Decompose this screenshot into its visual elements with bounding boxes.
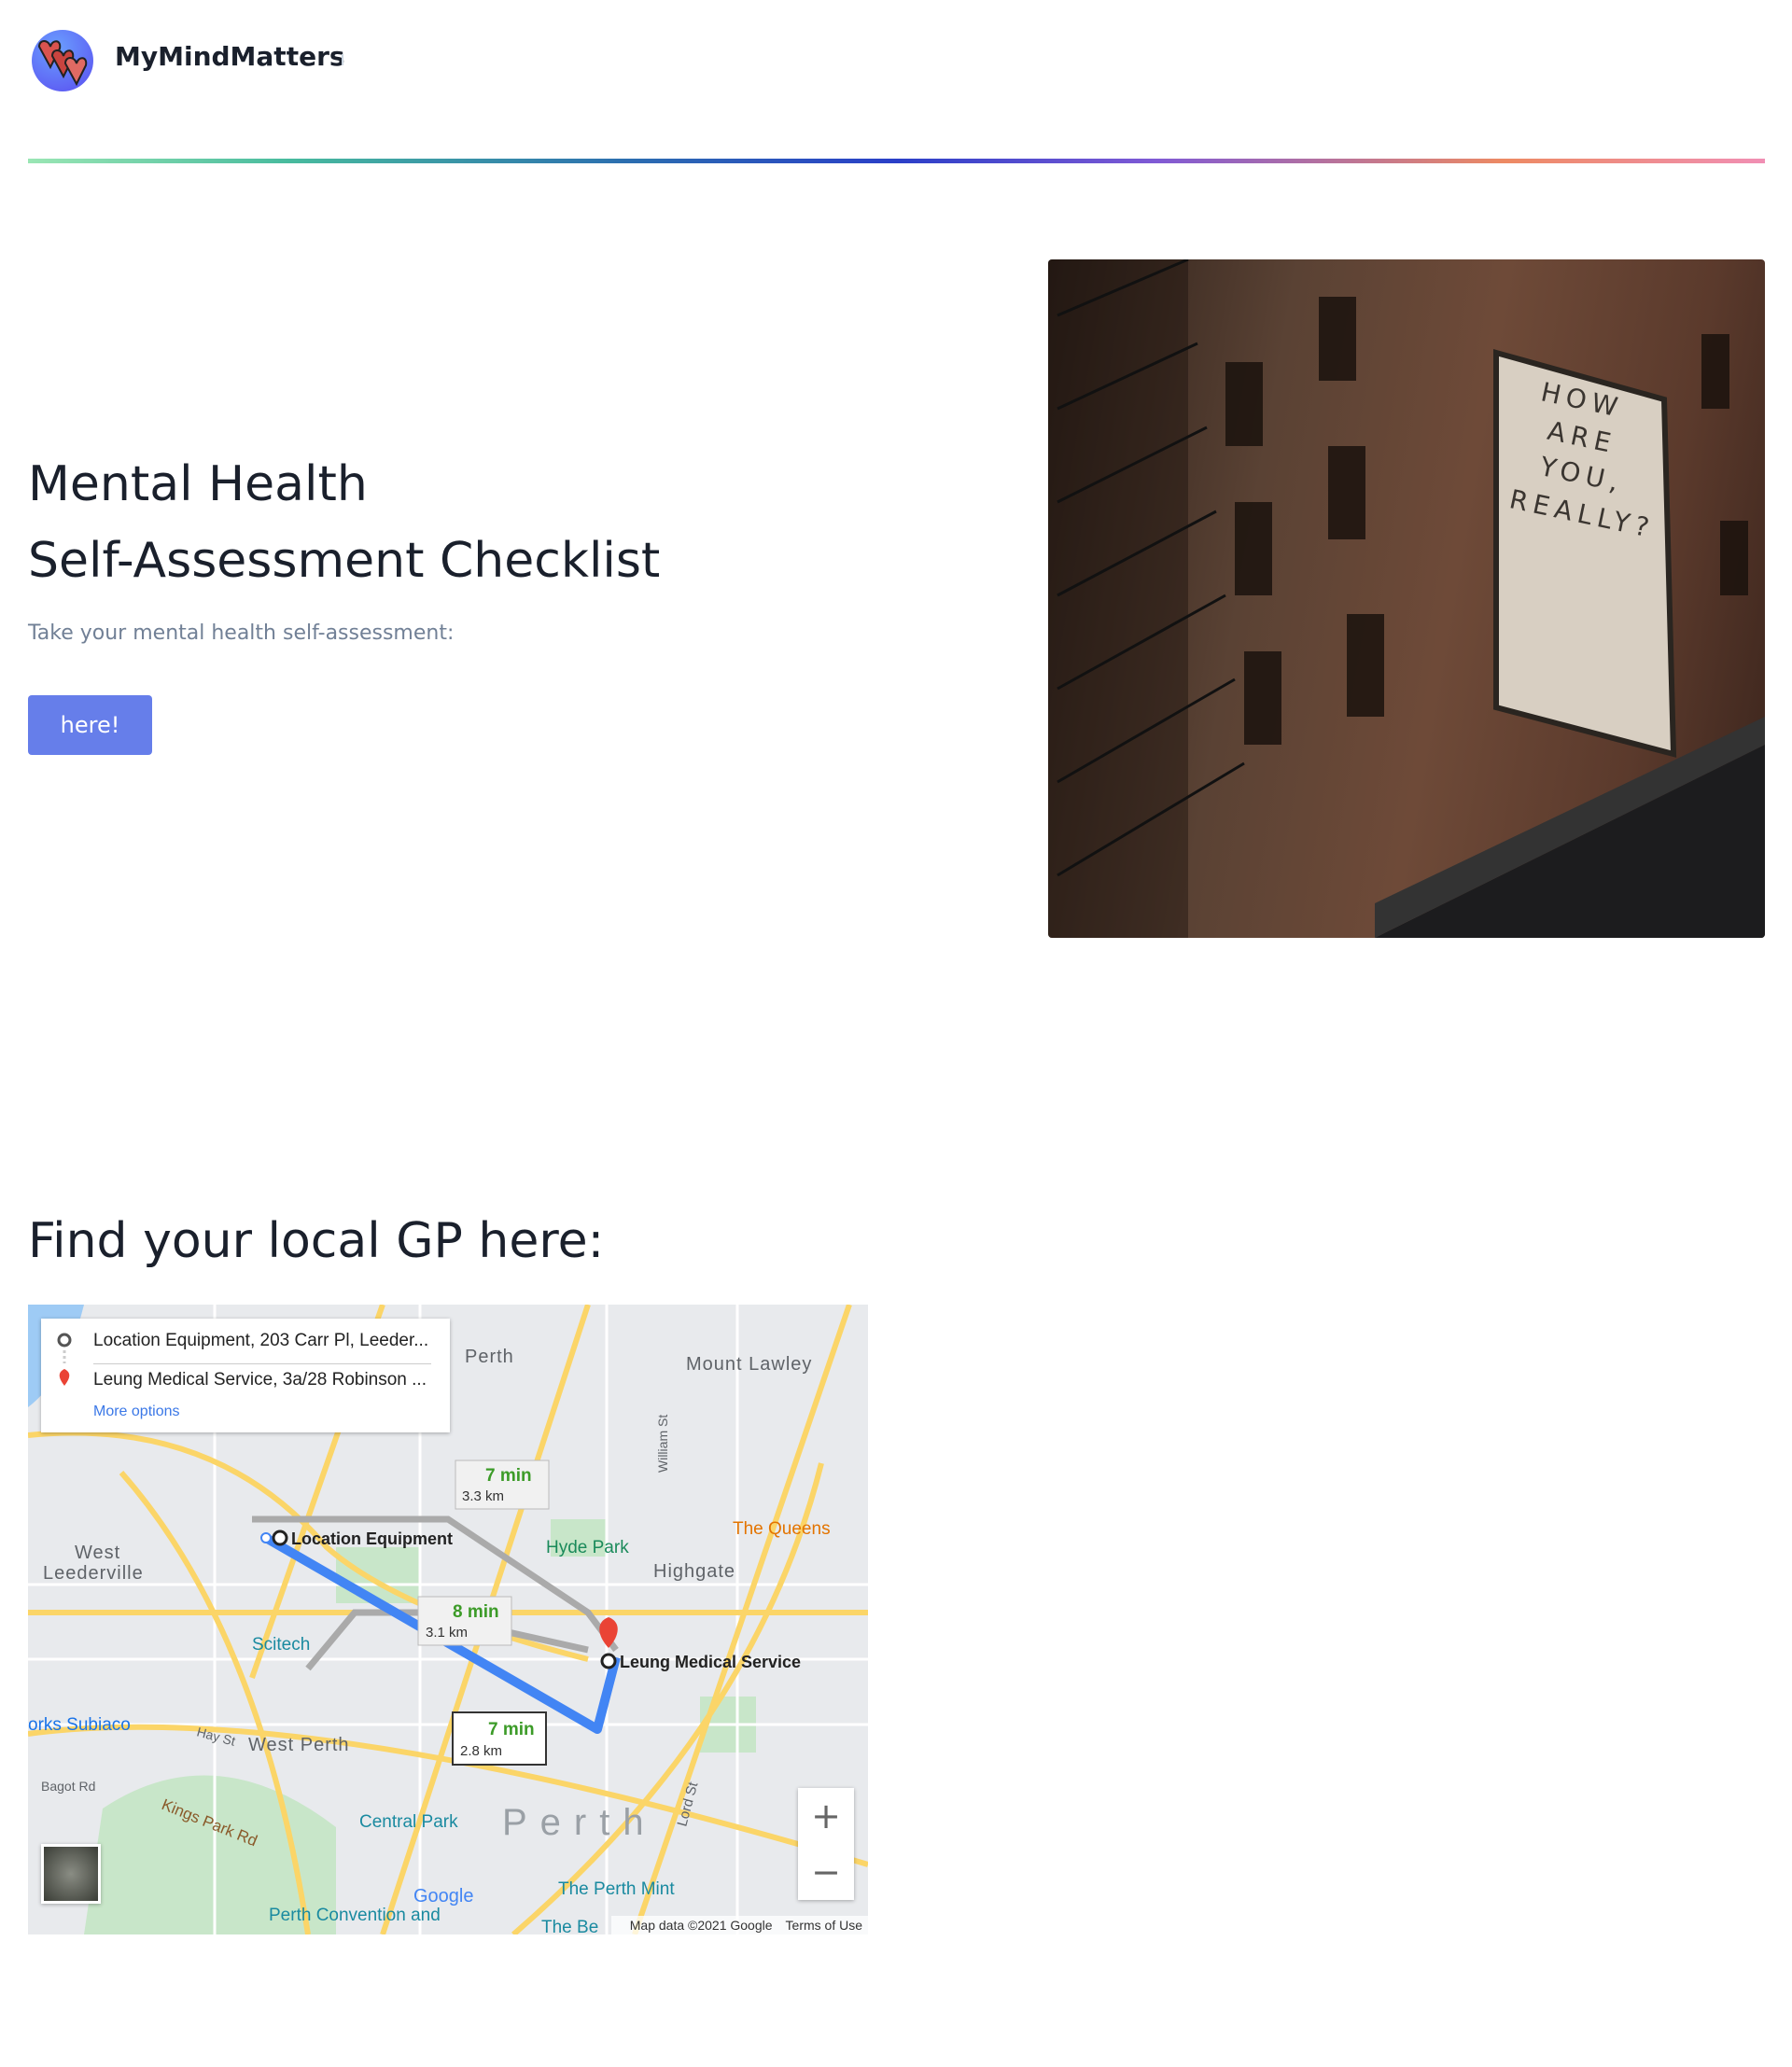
svg-text:Central Park: Central Park [359, 1812, 458, 1832]
more-options-link[interactable]: More options [93, 1404, 180, 1420]
logo[interactable] [32, 30, 93, 91]
svg-text:The Be: The Be [541, 1918, 598, 1934]
gp-section-title: Find your local GP here: [28, 1213, 605, 1269]
svg-text:William St: William St [655, 1415, 670, 1473]
map-attribution: Map data ©2021 Google Terms of Use [610, 1916, 868, 1934]
gradient-divider [28, 159, 1765, 163]
divider [342, 54, 343, 65]
svg-text:The Perth Mint: The Perth Mint [558, 1879, 675, 1899]
hearts-logo-icon [37, 40, 88, 87]
svg-text:Hyde Park: Hyde Park [546, 1538, 629, 1557]
origin-address[interactable]: Location Equipment, 203 Carr Pl, Leeder.… [93, 1331, 428, 1351]
hero-photo: HOW ARE YOU, REALLY? [1048, 259, 1765, 938]
divider [93, 1363, 431, 1364]
terms-link[interactable]: Terms of Use [786, 1918, 862, 1933]
svg-text:7 min: 7 min [488, 1720, 535, 1739]
zoom-control[interactable]: + − [798, 1788, 854, 1900]
svg-text:Highgate: Highgate [653, 1561, 735, 1582]
svg-text:3.1 km: 3.1 km [426, 1625, 468, 1641]
svg-text:Google: Google [413, 1886, 474, 1906]
subtitle: Take your mental health self-assessment: [28, 621, 455, 645]
route-callout-selected[interactable]: 7 min 2.8 km [452, 1711, 547, 1766]
svg-text:Bagot Rd: Bagot Rd [41, 1779, 95, 1794]
svg-text:Leung Medical Service: Leung Medical Service [620, 1653, 801, 1671]
svg-text:Location Equipment: Location Equipment [291, 1529, 453, 1548]
zoom-in-button[interactable]: + [798, 1788, 854, 1844]
svg-text:Leederville: Leederville [43, 1563, 144, 1584]
directions-panel[interactable]: Location Equipment, 203 Carr Pl, Leeder.… [41, 1319, 450, 1432]
svg-text:The Queens: The Queens [733, 1519, 831, 1539]
route-callout[interactable]: 8 min 3.1 km [417, 1596, 512, 1646]
svg-text:2.8 km: 2.8 km [460, 1743, 502, 1759]
svg-text:West: West [75, 1543, 120, 1563]
svg-text:orks Subiaco: orks Subiaco [28, 1715, 131, 1735]
svg-text:3.3 km: 3.3 km [462, 1488, 504, 1504]
svg-text:8 min: 8 min [453, 1602, 499, 1622]
svg-text:Perth Convention and: Perth Convention and [269, 1906, 441, 1925]
svg-text:West Perth: West Perth [248, 1735, 350, 1755]
svg-text:Perth: Perth [465, 1347, 514, 1367]
svg-text:Mount Lawley: Mount Lawley [686, 1354, 812, 1375]
map-data-text: Map data ©2021 Google [629, 1918, 773, 1933]
self-assessment-button[interactable]: here! [28, 695, 152, 755]
satellite-toggle[interactable] [41, 1844, 101, 1904]
google-map[interactable]: Mount Lawley Perth West Leederville High… [28, 1305, 868, 1934]
svg-text:Perth: Perth [502, 1802, 657, 1843]
svg-text:7 min: 7 min [485, 1466, 532, 1486]
svg-text:Scitech: Scitech [252, 1635, 310, 1655]
route-endpoints-icon [57, 1333, 72, 1386]
page-title: Mental Health Self-Assessment Checklist [28, 456, 661, 589]
route-callout[interactable]: 7 min 3.3 km [455, 1459, 550, 1510]
zoom-out-button[interactable]: − [798, 1844, 854, 1900]
brand-name[interactable]: MyMindMatters [115, 41, 345, 72]
destination-address[interactable]: Leung Medical Service, 3a/28 Robinson ..… [93, 1370, 427, 1390]
